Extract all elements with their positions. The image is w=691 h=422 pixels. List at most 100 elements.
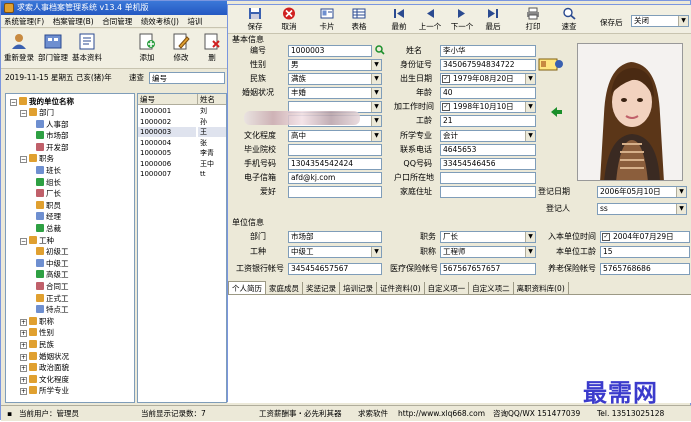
grid-cell-id[interactable]: 1000005 bbox=[138, 148, 196, 158]
tree-item[interactable]: 正式工 bbox=[36, 293, 69, 304]
tree-item[interactable]: 组长 bbox=[36, 177, 61, 188]
last-record-button[interactable]: 最后 bbox=[478, 7, 508, 33]
add-button[interactable]: 添加 bbox=[131, 32, 163, 66]
hukou-field[interactable] bbox=[440, 172, 536, 184]
basic-data-button[interactable]: 基本资料 bbox=[71, 32, 103, 66]
title-select[interactable]: 工程师 ▼ bbox=[440, 246, 536, 258]
collapse-icon[interactable]: − bbox=[20, 156, 27, 164]
tab-custom-2[interactable]: 自定义项二 bbox=[469, 282, 514, 295]
table-view-button[interactable]: 表格 bbox=[344, 7, 374, 33]
grid-cell-name[interactable]: 王 bbox=[198, 127, 226, 137]
tree-item[interactable]: 人事部 bbox=[36, 119, 69, 130]
employee-photo[interactable] bbox=[577, 43, 683, 181]
hobby-field[interactable] bbox=[288, 186, 382, 198]
regdate-picker[interactable]: 2006年05月10日 ▼ bbox=[597, 186, 687, 198]
grid-cell-name[interactable]: 孙 bbox=[198, 117, 226, 127]
tree-item[interactable]: 市场部 bbox=[36, 131, 69, 141]
expand-icon[interactable]: + bbox=[20, 376, 27, 384]
gender-select[interactable]: 男 ▼ bbox=[288, 59, 382, 71]
menu-training[interactable]: 培训 bbox=[184, 15, 205, 27]
menu-archive[interactable]: 档案管理(B) bbox=[50, 15, 97, 27]
expand-icon[interactable]: + bbox=[20, 342, 27, 349]
tree-item[interactable]: + 政治面貌 bbox=[20, 363, 69, 373]
tree-item[interactable]: + 性别 bbox=[20, 328, 54, 338]
school-field[interactable] bbox=[288, 144, 382, 156]
tab-resigned[interactable]: 离职资料库(0) bbox=[514, 282, 569, 295]
collapse-icon[interactable]: − bbox=[20, 110, 27, 117]
grid-cell-name[interactable]: 张 bbox=[198, 138, 226, 148]
relogin-button[interactable]: 重新登录 bbox=[3, 32, 35, 66]
pension-field[interactable]: 5765768686 bbox=[600, 263, 690, 275]
print-button[interactable]: 打印 bbox=[518, 7, 548, 33]
entry-date-checkbox[interactable]: ✓ bbox=[602, 233, 610, 241]
name-field[interactable]: 李小华 bbox=[440, 45, 536, 57]
chevron-down-icon[interactable]: ▼ bbox=[371, 74, 381, 84]
position-select[interactable]: 厂长 ▼ bbox=[440, 231, 536, 243]
delete-button[interactable]: 删 bbox=[197, 32, 227, 66]
tree-item[interactable]: + 职称 bbox=[20, 316, 54, 327]
cancel-button[interactable]: 取消 bbox=[274, 7, 304, 33]
tree-item[interactable]: 总裁 bbox=[36, 224, 61, 234]
chevron-down-icon[interactable]: ▼ bbox=[371, 131, 381, 141]
quick-search-input[interactable] bbox=[149, 72, 225, 84]
entry-date-picker[interactable]: ✓ 2004年07月29日 bbox=[600, 231, 690, 243]
tab-custom-1[interactable]: 自定义项一 bbox=[425, 282, 470, 295]
grid-cell-name[interactable]: 李青 bbox=[198, 148, 226, 158]
grid-cell-id[interactable]: 1000003 bbox=[138, 127, 196, 137]
tree-item[interactable]: 高级工 bbox=[36, 270, 69, 280]
menu-system[interactable]: 系统管理(F) bbox=[1, 15, 47, 27]
chevron-down-icon[interactable]: ▼ bbox=[525, 232, 535, 242]
quick-search-button[interactable]: 速查 bbox=[554, 7, 584, 33]
tree-item[interactable]: + 文化程度 bbox=[20, 374, 69, 385]
arrow-left-icon[interactable] bbox=[551, 107, 563, 117]
menu-contract[interactable]: 合同管理 bbox=[99, 15, 135, 27]
email-field[interactable]: afd@kj.com bbox=[288, 172, 382, 184]
chevron-down-icon[interactable]: ▼ bbox=[371, 60, 381, 70]
grid-cell-id[interactable]: 1000007 bbox=[138, 169, 196, 179]
tab-certificates[interactable]: 证件资料(0) bbox=[377, 282, 425, 295]
chevron-down-icon[interactable]: ▼ bbox=[371, 88, 381, 98]
tree-item[interactable]: 班长 bbox=[36, 166, 61, 176]
tree-root[interactable]: − 我的单位名称 bbox=[10, 97, 74, 107]
after-save-select[interactable]: 关闭 ▼ bbox=[631, 15, 689, 27]
prev-record-button[interactable]: 上一个 bbox=[415, 7, 445, 33]
department-button[interactable]: 部门管理 bbox=[37, 32, 69, 66]
chevron-down-icon[interactable]: ▼ bbox=[676, 204, 686, 214]
mobile-field[interactable]: 1304354542424 bbox=[288, 158, 382, 170]
chevron-down-icon[interactable]: ▼ bbox=[371, 116, 381, 126]
expand-icon[interactable]: + bbox=[20, 388, 27, 396]
marital-select[interactable]: 丰婚 ▼ bbox=[288, 87, 382, 99]
registrar-select[interactable]: ss ▼ bbox=[597, 203, 687, 215]
tree-item[interactable]: 开发部 bbox=[36, 142, 69, 153]
tab-rewards[interactable]: 奖惩记录 bbox=[303, 282, 340, 295]
tab-family[interactable]: 家庭成员 bbox=[266, 282, 303, 295]
home-field[interactable] bbox=[440, 186, 536, 198]
search-icon[interactable] bbox=[375, 45, 385, 55]
expand-icon[interactable]: + bbox=[20, 318, 27, 326]
tree-item[interactable]: 初级工 bbox=[36, 247, 69, 257]
card-view-button[interactable]: 卡片 bbox=[312, 7, 342, 33]
chevron-down-icon[interactable]: ▼ bbox=[371, 247, 381, 257]
dept-field[interactable]: 市场部 bbox=[288, 231, 382, 243]
tree-item[interactable]: 特点工 bbox=[36, 305, 69, 315]
id-card-reader-icon[interactable] bbox=[538, 57, 564, 71]
tree-item[interactable]: + 民族 bbox=[20, 340, 54, 350]
chevron-down-icon[interactable]: ▼ bbox=[525, 74, 535, 84]
tree-item[interactable]: 经理 bbox=[36, 212, 61, 222]
tree-item[interactable]: − 部门 bbox=[20, 108, 54, 118]
chevron-down-icon[interactable]: ▼ bbox=[371, 102, 381, 112]
next-record-button[interactable]: 下一个 bbox=[447, 7, 477, 33]
grid-cell-id[interactable]: 1000002 bbox=[138, 117, 196, 127]
age-field[interactable]: 40 bbox=[440, 87, 536, 99]
edu-select[interactable]: 高中 ▼ bbox=[288, 130, 382, 142]
grid-cell-id[interactable]: 1000004 bbox=[138, 138, 196, 148]
grid-cell-name[interactable]: tt bbox=[198, 169, 226, 179]
collapse-icon[interactable]: − bbox=[10, 99, 17, 106]
tree-item[interactable]: 职员 bbox=[36, 200, 61, 211]
tab-training[interactable]: 培训记录 bbox=[340, 282, 377, 295]
chevron-down-icon[interactable]: ▼ bbox=[525, 102, 535, 112]
medical-field[interactable]: 567567657657 bbox=[440, 263, 536, 275]
qq-field[interactable]: 33454546456 bbox=[440, 158, 536, 170]
expand-icon[interactable]: + bbox=[20, 330, 27, 338]
grid-cell-id[interactable]: 1000006 bbox=[138, 159, 196, 169]
